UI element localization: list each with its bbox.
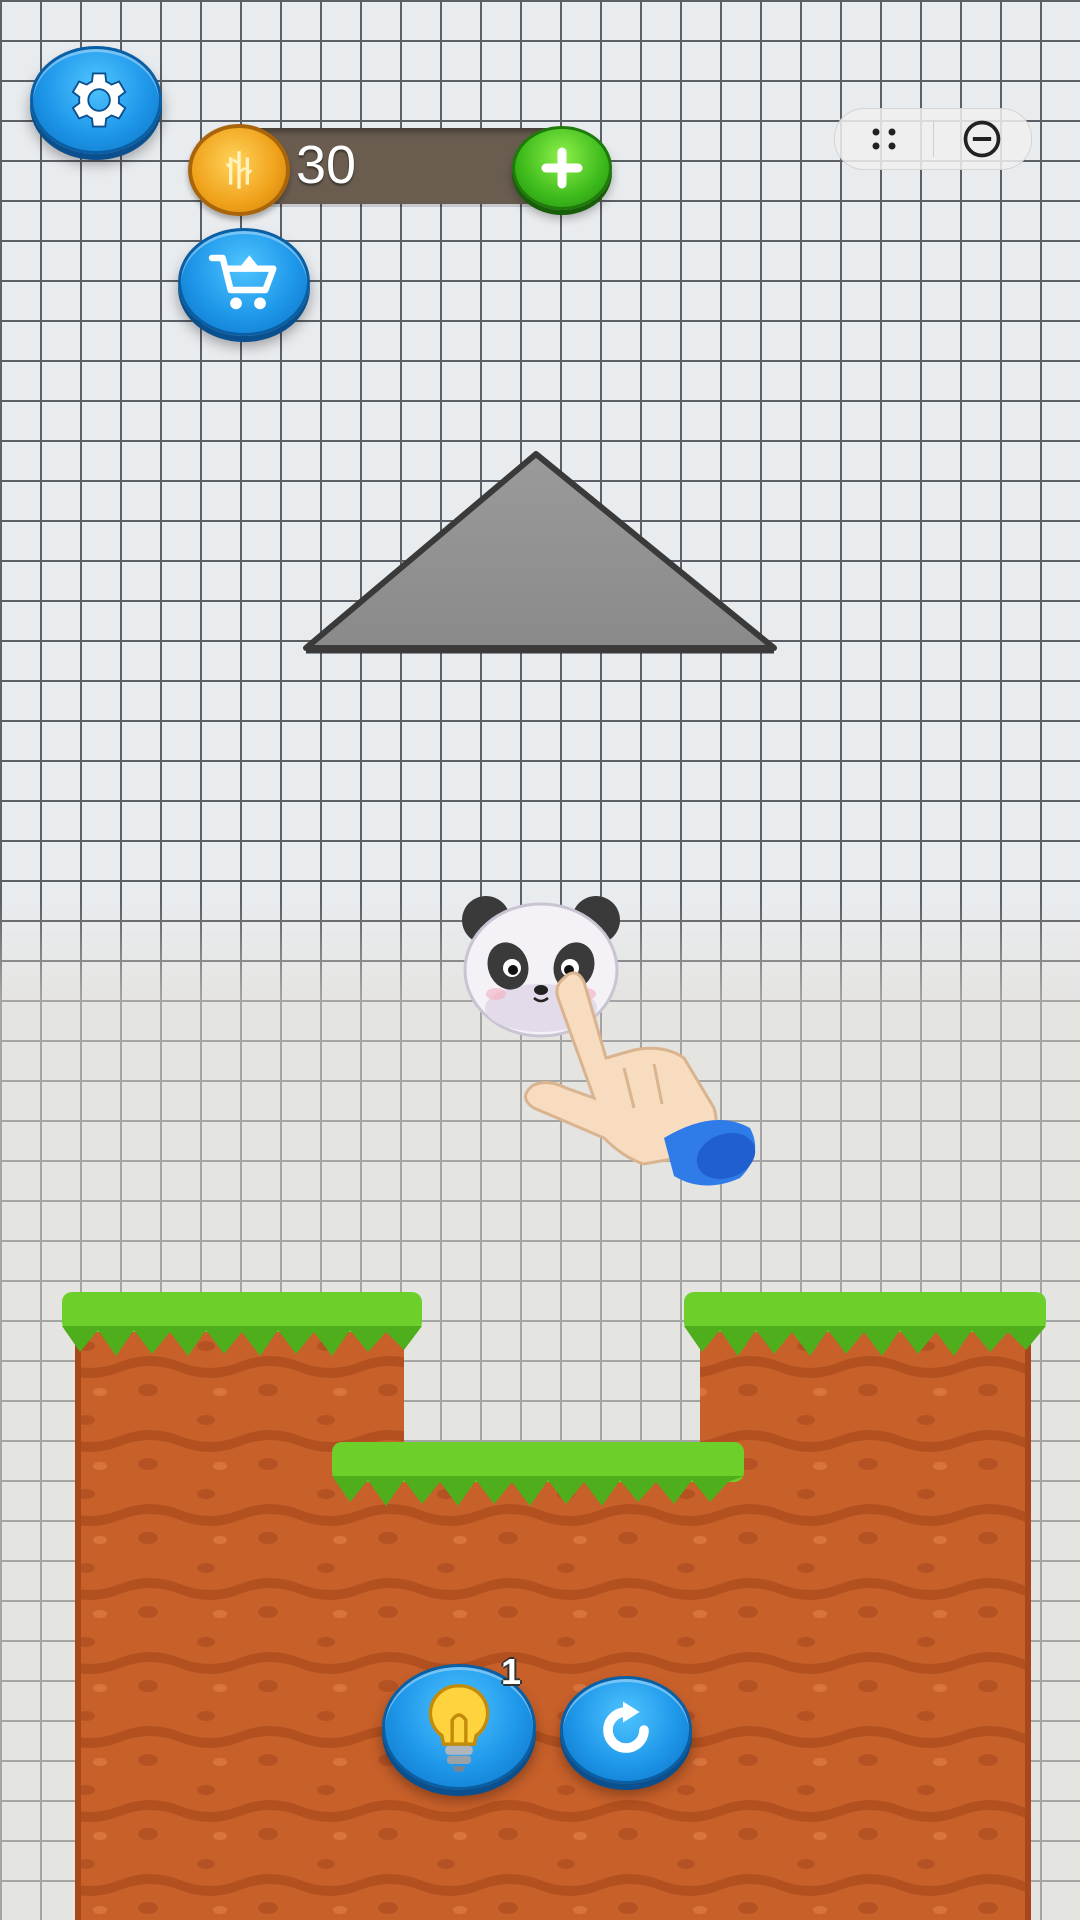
close-miniprogram-button[interactable] (934, 109, 1032, 169)
restart-button[interactable] (560, 1676, 692, 1784)
tap-hand-icon (524, 971, 756, 1186)
minus-circle-icon (963, 120, 1001, 158)
dots-icon (872, 128, 896, 150)
shop-button[interactable] (178, 228, 310, 336)
more-menu-button[interactable] (835, 109, 933, 169)
plus-icon (541, 147, 583, 189)
add-coins-button[interactable] (512, 126, 612, 210)
coin-count: 30 (296, 135, 357, 195)
bamboo-coin-icon (188, 124, 290, 216)
triangle-obstacle[interactable] (300, 448, 780, 658)
lightbulb-icon (428, 1684, 490, 1772)
right-dirt-pillar (700, 1320, 1028, 1920)
gear-icon (71, 72, 127, 128)
settings-button[interactable] (30, 46, 162, 154)
miniprogram-capsule (834, 108, 1032, 170)
restart-icon (603, 1701, 649, 1753)
shopping-cart-icon (208, 254, 277, 310)
hint-count-badge: 1 (500, 1651, 522, 1692)
